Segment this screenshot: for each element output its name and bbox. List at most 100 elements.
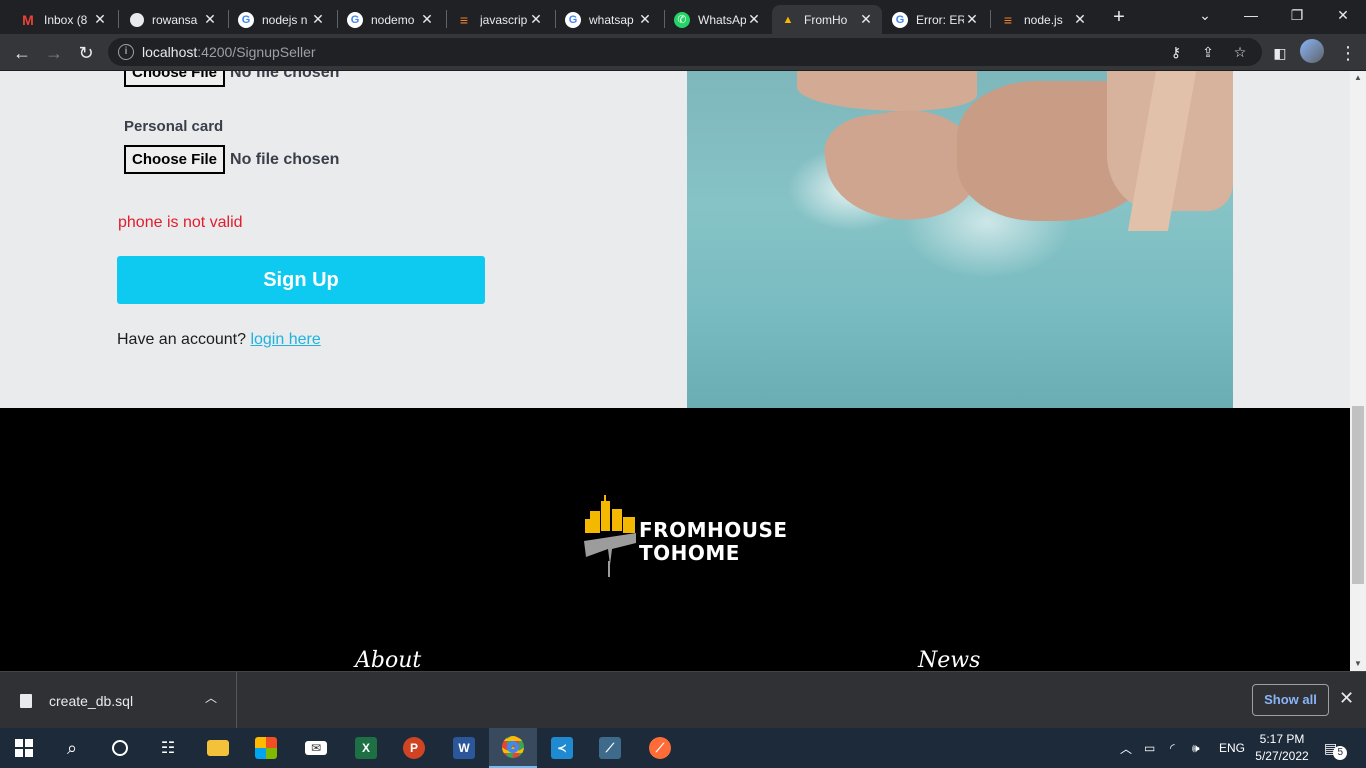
tab-stackoverflow-javascript[interactable]: ≡ javascrip ✕	[448, 5, 552, 34]
page-viewport: Choose File No file chosen Personal card…	[0, 71, 1350, 671]
footer-nav-news[interactable]: News	[918, 648, 980, 671]
tab-title: Inbox (8	[44, 12, 88, 27]
close-icon[interactable]: ✕	[746, 11, 762, 28]
tab-google-whatsapp[interactable]: G whatsap ✕	[557, 5, 661, 34]
google-icon: G	[347, 11, 363, 28]
task-view-icon[interactable]: ☷	[144, 728, 192, 768]
tab-title: nodejs n	[262, 12, 308, 27]
chrome-icon[interactable]	[489, 728, 537, 768]
tab-google-nodemon[interactable]: G nodemo ✕	[339, 5, 443, 34]
google-icon: G	[892, 11, 908, 28]
tab-whatsapp[interactable]: ✆ WhatsAp ✕	[666, 5, 770, 34]
postman-icon[interactable]: ⟋	[636, 728, 684, 768]
close-icon[interactable]: ✕	[637, 11, 653, 28]
tab-google-error[interactable]: G Error: ER ✕	[884, 5, 988, 34]
cortana-icon[interactable]	[96, 728, 144, 768]
close-window-button[interactable]: ✕	[1320, 0, 1366, 30]
download-bar: create_db.sql ︿ Show all ✕	[0, 671, 1366, 729]
tab-google-nodejs[interactable]: G nodejs n ✕	[230, 5, 334, 34]
file-input-id-card[interactable]: Choose File No file chosen	[124, 71, 339, 87]
close-icon[interactable]: ✕	[1072, 11, 1088, 28]
close-icon[interactable]: ✕	[419, 11, 435, 28]
close-icon[interactable]: ✕	[528, 11, 544, 28]
file-input-personal-card[interactable]: Choose File No file chosen	[124, 145, 339, 174]
forward-button[interactable]: →	[40, 39, 68, 67]
mysql-workbench-icon[interactable]: ⟋	[586, 728, 634, 768]
file-explorer-icon[interactable]	[194, 728, 242, 768]
stackoverflow-icon: ≡	[1003, 11, 1013, 28]
close-icon[interactable]: ✕	[310, 11, 326, 28]
scroll-up-arrow-icon[interactable]: ▲	[1350, 71, 1366, 85]
back-button[interactable]: ←	[8, 39, 36, 67]
account-prompt-text: Have an account?	[117, 331, 246, 348]
powerpoint-icon[interactable]: P	[390, 728, 438, 768]
close-icon[interactable]: ✕	[1339, 688, 1354, 709]
new-tab-button[interactable]: +	[1108, 6, 1130, 28]
reload-button[interactable]: ↻	[72, 39, 100, 67]
scroll-down-arrow-icon[interactable]: ▼	[1350, 657, 1366, 671]
choose-file-button[interactable]: Choose File	[124, 71, 226, 87]
file-status: No file chosen	[230, 71, 340, 81]
vscode-icon[interactable]: ≺	[538, 728, 586, 768]
wifi-icon[interactable]: ◜	[1170, 728, 1175, 768]
address-bar[interactable]: i localhost:4200/SignupSeller ⚷ ⇪ ☆	[108, 38, 1262, 66]
url-host: localhost	[142, 44, 198, 60]
word-icon[interactable]: W	[440, 728, 488, 768]
clock-date: 5/27/2022	[1255, 749, 1309, 763]
sign-up-button[interactable]: Sign Up	[117, 256, 485, 304]
battery-icon[interactable]: ▭	[1144, 728, 1155, 768]
personal-card-label: Personal card	[124, 118, 224, 135]
choose-file-button[interactable]: Choose File	[124, 145, 226, 174]
close-icon[interactable]: ✕	[964, 11, 980, 28]
tab-stackoverflow-nodejs[interactable]: ≡ node.js ✕	[992, 5, 1096, 34]
site-footer: FROMHOUSE TOHOME About News	[0, 408, 1350, 671]
volume-icon[interactable]: 🕪	[1192, 728, 1200, 768]
notification-count: 5	[1333, 746, 1348, 760]
tab-title: WhatsAp	[698, 12, 746, 27]
search-icon[interactable]: ⌕	[48, 728, 96, 768]
language-indicator[interactable]: ENG	[1219, 728, 1245, 768]
tray-chevron-up-icon[interactable]: ︿	[1120, 728, 1132, 768]
clock-time: 5:17 PM	[1259, 732, 1305, 746]
close-icon[interactable]: ✕	[858, 11, 874, 28]
profile-avatar[interactable]	[1300, 39, 1324, 63]
tab-github[interactable]: rowansa ✕	[122, 5, 226, 34]
side-panel-icon[interactable]: ◧	[1266, 39, 1294, 67]
close-icon[interactable]: ✕	[92, 11, 108, 28]
minimize-button[interactable]: —	[1228, 0, 1274, 30]
tab-inbox[interactable]: M Inbox (8 ✕	[12, 5, 116, 34]
key-icon[interactable]: ⚷	[1164, 38, 1188, 66]
microsoft-store-icon[interactable]	[242, 728, 290, 768]
city-skyline-icon	[584, 495, 636, 577]
scrollbar-thumb[interactable]	[1352, 406, 1364, 584]
menu-icon[interactable]: ⋮	[1334, 39, 1362, 67]
share-icon[interactable]: ⇪	[1196, 38, 1220, 66]
download-file-name: create_db.sql	[49, 692, 134, 709]
show-all-button[interactable]: Show all	[1252, 684, 1329, 716]
tab-fromhouse[interactable]: ▲ FromHo ✕	[772, 5, 882, 34]
bookmark-star-icon[interactable]: ☆	[1228, 38, 1252, 66]
url-path: :4200/SignupSeller	[197, 44, 316, 60]
tab-search-chevron-icon[interactable]: ⌄	[1182, 0, 1228, 30]
login-link[interactable]: login here	[250, 331, 320, 348]
footer-nav-about[interactable]: About	[355, 648, 421, 671]
file-status: No file chosen	[230, 150, 340, 168]
tab-title: nodemo	[371, 12, 415, 27]
notification-center-icon[interactable]: ▤ 5	[1324, 728, 1348, 768]
chevron-up-icon[interactable]: ︿	[205, 689, 217, 706]
tab-title: javascrip	[480, 12, 528, 27]
gmail-icon: M	[22, 11, 34, 28]
download-item[interactable]: create_db.sql ︿	[0, 672, 237, 729]
close-icon[interactable]: ✕	[202, 11, 218, 28]
mail-icon[interactable]: ✉	[292, 728, 340, 768]
tab-title: whatsap	[589, 12, 634, 27]
excel-icon[interactable]: X	[342, 728, 390, 768]
restore-button[interactable]: ❐	[1274, 0, 1320, 30]
site-info-icon[interactable]: i	[118, 44, 134, 60]
fromhouse-logo[interactable]: FROMHOUSE TOHOME	[582, 491, 787, 581]
page-scrollbar[interactable]: ▲ ▼	[1350, 71, 1366, 671]
system-clock[interactable]: 5:17 PM 5/27/2022	[1252, 731, 1312, 765]
windows-start-icon[interactable]	[0, 728, 48, 768]
tab-title: node.js	[1024, 12, 1063, 27]
brand-line-2: TOHOME	[639, 541, 740, 565]
